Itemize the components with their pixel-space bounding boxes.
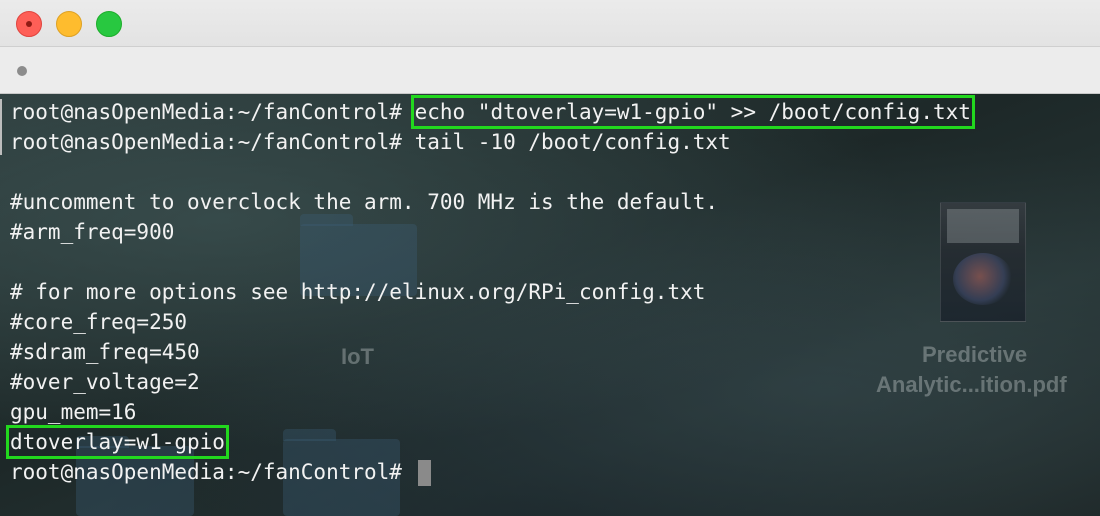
terminal-line: #sdram_freq=450 — [10, 340, 200, 364]
terminal-line: #arm_freq=900 — [10, 220, 175, 244]
terminal-line: #core_freq=250 — [10, 310, 188, 334]
tab-bar — [0, 47, 1100, 94]
terminal-line: #uncomment to overclock the arm. 700 MHz… — [10, 190, 719, 214]
title-bar — [0, 0, 1100, 47]
minimize-icon[interactable] — [56, 11, 82, 37]
terminal-line: root@nasOpenMedia:~/fanControl# — [10, 457, 971, 487]
prompt: root@nasOpenMedia:~/fanControl# — [10, 130, 402, 154]
terminal-line: gpu_mem=16 — [10, 400, 137, 424]
highlighted-command: echo "dtoverlay=w1-gpio" >> /boot/config… — [410, 95, 975, 129]
command: tail -10 /boot/config.txt — [414, 130, 731, 154]
close-icon[interactable] — [16, 11, 42, 37]
prompt: root@nasOpenMedia:~/fanControl# — [10, 460, 402, 484]
zoom-icon[interactable] — [96, 11, 122, 37]
prompt: root@nasOpenMedia:~/fanControl# — [10, 100, 402, 124]
terminal-line: root@nasOpenMedia:~/fanControl# tail -10… — [10, 127, 971, 157]
terminal-line: #over_voltage=2 — [10, 370, 200, 394]
terminal-line: # for more options see http://elinux.org… — [10, 280, 706, 304]
text-cursor[interactable] — [417, 460, 431, 486]
terminal-pane[interactable]: IoT Predictive Analytic...ition.pdf root… — [0, 94, 1100, 516]
tab-indicator-icon[interactable] — [17, 66, 27, 76]
highlighted-output: dtoverlay=w1-gpio — [6, 425, 229, 459]
scrollback-marker — [0, 99, 2, 155]
terminal-output: root@nasOpenMedia:~/fanControl# echo "dt… — [6, 95, 975, 487]
terminal-line: dtoverlay=w1-gpio — [6, 425, 971, 459]
terminal-line: root@nasOpenMedia:~/fanControl# echo "dt… — [10, 95, 975, 129]
